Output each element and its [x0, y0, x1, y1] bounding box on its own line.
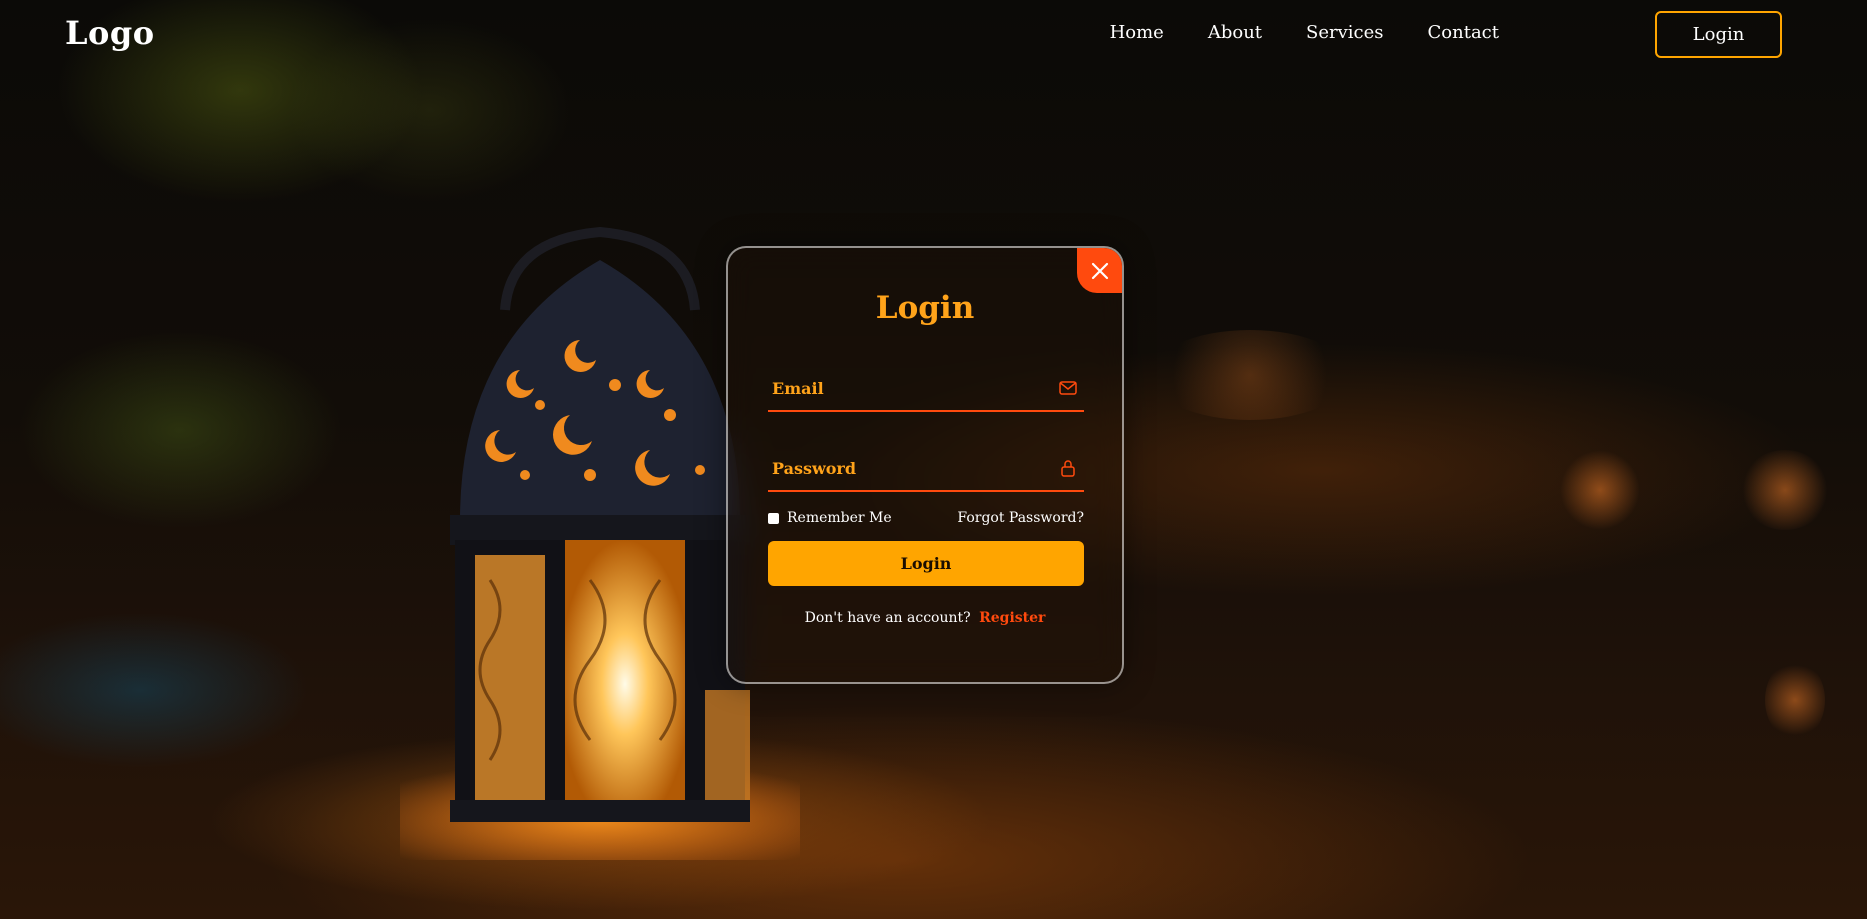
nav-link-home[interactable]: Home	[1110, 22, 1164, 43]
header-login-button[interactable]: Login	[1655, 11, 1782, 58]
login-submit-button[interactable]: Login	[768, 541, 1084, 586]
bokeh-light	[1740, 450, 1830, 530]
form-options: Remember Me Forgot Password?	[768, 508, 1084, 530]
nav-link-about[interactable]: About	[1208, 22, 1262, 43]
login-form-card: Login Remember Me Forgot Password? Login…	[726, 246, 1124, 684]
main-nav: Home About Services Contact	[1110, 22, 1499, 43]
email-input[interactable]	[772, 366, 1042, 410]
email-field-wrapper	[768, 366, 1084, 412]
close-button[interactable]	[1077, 248, 1122, 293]
form-title: Login	[875, 290, 975, 326]
password-field-wrapper	[768, 446, 1084, 492]
nav-link-services[interactable]: Services	[1306, 22, 1383, 43]
remember-me-checkbox[interactable]	[768, 512, 779, 524]
remember-me-label: Remember Me	[787, 510, 892, 526]
register-prompt-text: Don't have an account?	[804, 610, 971, 626]
bokeh-light	[1150, 330, 1350, 420]
password-input[interactable]	[772, 446, 1042, 490]
register-link[interactable]: Register	[979, 610, 1045, 626]
forgot-password-link[interactable]: Forgot Password?	[957, 510, 1084, 526]
lock-icon	[1061, 460, 1075, 477]
register-prompt: Don't have an account? Register	[728, 610, 1122, 626]
close-icon	[1091, 262, 1108, 279]
bokeh-light	[1560, 450, 1640, 530]
nav-link-contact[interactable]: Contact	[1428, 22, 1499, 43]
bokeh-light	[1765, 660, 1825, 740]
site-header: Logo Home About Services Contact Login	[0, 0, 1867, 72]
mail-icon	[1059, 381, 1077, 395]
remember-me[interactable]: Remember Me	[768, 510, 892, 526]
site-logo[interactable]: Logo	[65, 14, 155, 52]
